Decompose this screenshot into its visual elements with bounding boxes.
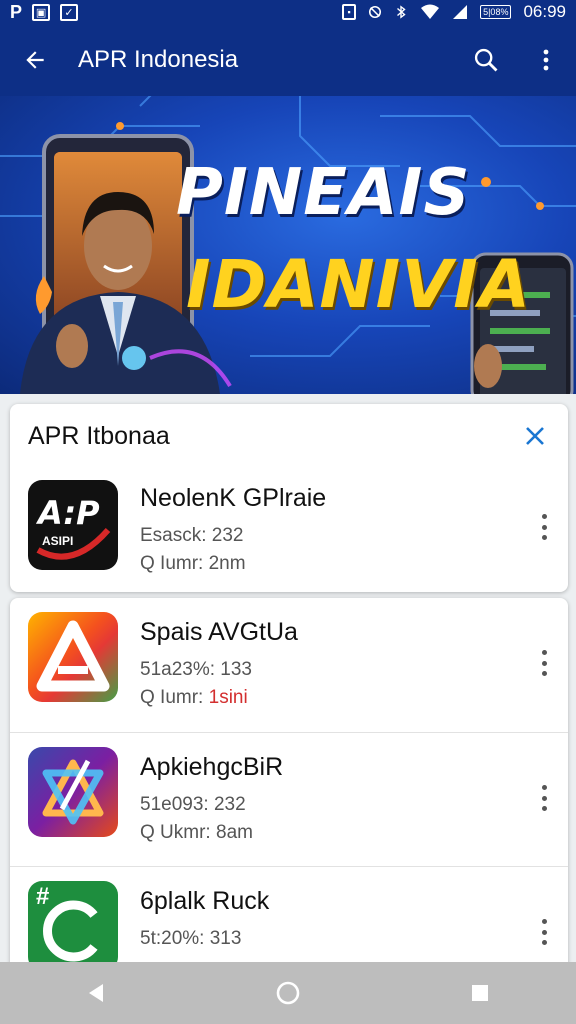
back-arrow-icon — [26, 51, 44, 69]
app-meta-2-value: 1sini — [208, 687, 248, 708]
app-meta-1: 51a23%: 133 — [140, 659, 252, 680]
search-button[interactable] — [456, 24, 516, 96]
triangle-logo-icon — [28, 747, 118, 837]
item-menu-button[interactable] — [532, 510, 556, 544]
app-meta-1: 51e093: 232 — [140, 794, 246, 815]
item-menu-button[interactable] — [532, 915, 556, 949]
item-menu-button[interactable] — [532, 646, 556, 680]
asipi-app-icon: A:P ASIPI — [28, 480, 118, 570]
nav-back-button[interactable] — [66, 973, 126, 1013]
featured-app-item[interactable]: A:P ASIPI NeolenK GPlraie Esasck: 232 Q … — [10, 468, 568, 588]
app-name: ApkiehgcBiR — [140, 753, 284, 781]
circuit-background — [0, 96, 576, 394]
more-vert-icon — [543, 49, 549, 71]
nav-back-icon — [89, 984, 103, 1002]
asipi-icon-subtext: ASIPI — [42, 534, 74, 548]
app-meta-2: Q Iumr: 1sini — [140, 687, 248, 708]
back-button[interactable] — [0, 24, 70, 96]
app-meta-2-value: 8am — [216, 822, 253, 843]
nav-home-button[interactable] — [258, 973, 318, 1013]
list-item[interactable]: ApkiehgcBiR 51e093: 232 Q Ukmr: 8am — [10, 732, 568, 866]
page-title: APR Indonesia — [78, 46, 239, 73]
status-p-icon: P — [10, 1, 23, 22]
featured-card: APR Itbonaa A:P ASIPI NeolenK GPlraie Es… — [10, 404, 568, 592]
sim-icon: ▪ — [342, 4, 357, 20]
image-icon: ▣ — [32, 3, 51, 21]
featured-card-heading: APR Itbonaa — [28, 421, 170, 450]
app-meta-2: Q Iumr: 2nm — [140, 553, 246, 574]
system-nav-bar — [0, 962, 576, 1024]
app-name: 6plalk Ruck — [140, 887, 270, 915]
clock: 06:99 — [523, 2, 566, 21]
promo-banner[interactable]: PINEAIS IDANIVIA — [0, 96, 576, 394]
app-meta-2: Q Ukmr: 8am — [140, 822, 253, 843]
banner-headline-2: IDANIVIA — [186, 246, 531, 323]
status-bar: P ▣ ✓ ▪ 5|08% 06:99 — [0, 0, 576, 24]
item-menu-button[interactable] — [532, 781, 556, 815]
app-name: NeolenK GPlraie — [140, 484, 327, 512]
bluetooth-icon — [397, 5, 406, 19]
overflow-menu-button[interactable] — [516, 24, 576, 96]
nav-recents-button[interactable] — [450, 973, 510, 1013]
colorful-a-icon — [28, 612, 118, 702]
app-meta-1: Esasck: 232 — [140, 525, 244, 546]
close-button[interactable] — [520, 421, 550, 451]
check-icon: ✓ — [60, 3, 79, 21]
app-list-card: Spais AVGtUa 51a23%: 133 Q Iumr: 1sini A… — [10, 598, 568, 978]
signal-icon — [453, 5, 468, 19]
green-c-icon: # — [28, 881, 118, 971]
close-icon — [526, 427, 544, 445]
banner-headline-1: PINEAIS — [176, 156, 471, 230]
app-name: Spais AVGtUa — [140, 618, 298, 646]
list-item[interactable]: Spais AVGtUa 51a23%: 133 Q Iumr: 1sini — [10, 598, 568, 732]
asipi-icon-text: A:P — [38, 494, 100, 532]
nav-home-icon — [276, 981, 300, 1005]
battery-indicator: 5|08% — [480, 5, 512, 19]
nav-recents-icon — [472, 985, 488, 1001]
search-icon — [474, 48, 498, 72]
green-icon-hash: # — [36, 883, 50, 910]
no-disturb-icon — [369, 5, 382, 19]
app-bar: APR Indonesia — [0, 24, 576, 96]
wifi-icon — [421, 4, 440, 19]
app-meta-1: 5t:20%: 313 — [140, 928, 242, 949]
